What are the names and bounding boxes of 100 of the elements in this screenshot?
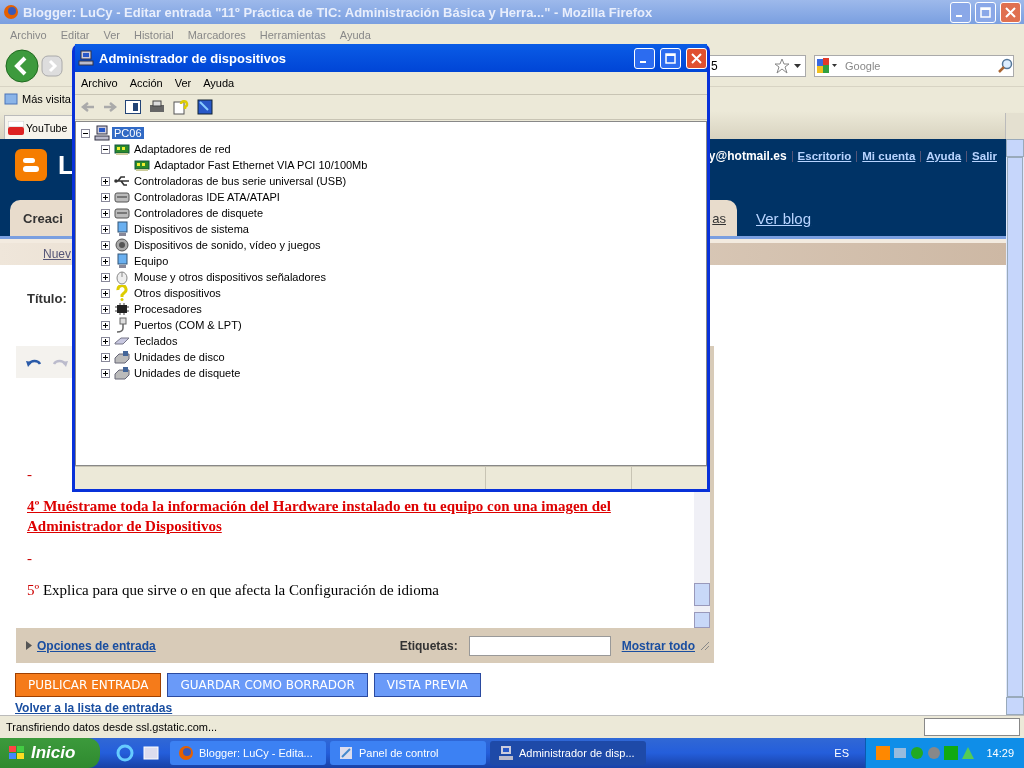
title-label: Título: <box>27 290 67 306</box>
close-button[interactable] <box>686 47 707 69</box>
expand-icon[interactable] <box>101 304 110 314</box>
taskbar-button[interactable]: Blogger: LuCy - Edita... <box>170 741 326 765</box>
maximize-icon <box>665 52 676 64</box>
question-heading: 4º Muéstrame toda la información del Hardware instalado en tu equipo con una imagen del Administrador de Dispositivos <box>27 497 612 536</box>
expand-icon[interactable] <box>101 224 110 234</box>
tags-label: Etiquetas: <box>399 638 458 653</box>
header-link[interactable]: Mi cuenta <box>862 150 916 162</box>
expand-icon[interactable] <box>101 192 110 202</box>
scan-hardware-icon[interactable] <box>197 99 213 115</box>
bookmark-item[interactable]: Más visita <box>22 93 71 105</box>
tree-item[interactable]: Controladoras de bus serie universal (USB) <box>132 175 349 187</box>
search-icon[interactable] <box>997 58 1013 74</box>
page-scrollbar[interactable] <box>1006 139 1024 715</box>
expand-icon[interactable] <box>101 288 110 298</box>
tree-item[interactable]: Dispositivos de sonido, vídeo y juegos <box>132 239 323 251</box>
browser-tab[interactable]: YouTube <box>4 115 72 139</box>
tree-item[interactable]: Teclados <box>132 335 180 347</box>
taskbar-button[interactable]: Panel de control <box>330 741 486 765</box>
tags-field[interactable] <box>468 635 611 656</box>
tree-item[interactable]: PC06 <box>112 127 144 139</box>
clock: 14:29 <box>986 747 1014 759</box>
dash-text: - <box>27 549 33 568</box>
network-card-icon <box>134 157 150 173</box>
expand-icon[interactable] <box>101 208 110 218</box>
question-text: 5º Explica para que sirve o en que afecta la Configuración de idioma <box>27 581 440 600</box>
firefox-icon <box>3 4 19 20</box>
tree-item[interactable]: Unidades de disquete <box>132 367 243 379</box>
taskbar-button[interactable]: Administrador de disp... <box>490 741 646 765</box>
usb-icon <box>114 173 130 189</box>
back-button[interactable] <box>5 49 39 83</box>
collapse-icon[interactable] <box>81 128 90 138</box>
monitor-icon <box>114 253 130 269</box>
window-title: Blogger: LuCy - Editar entrada "11º Práctica de TIC: Administración Básica y Herra..." - Mozilla Firefox <box>23 4 654 20</box>
search-field[interactable]: Google <box>814 55 1014 77</box>
options-link[interactable]: Opciones de entrada <box>37 638 156 653</box>
computer-icon <box>498 745 514 761</box>
back-link[interactable]: Volver a la lista de entradas <box>15 701 173 715</box>
minimize-button[interactable] <box>634 47 655 69</box>
star-icon[interactable] <box>774 58 790 74</box>
resize-grip-icon[interactable] <box>700 640 710 651</box>
header-link[interactable]: Salir <box>972 150 997 162</box>
menu-item[interactable]: Acción <box>123 77 169 89</box>
expand-icon[interactable] <box>101 336 110 346</box>
collapse-icon[interactable] <box>101 144 110 154</box>
print-icon[interactable] <box>149 100 165 114</box>
blog-tab[interactable]: Ver blog <box>756 200 812 236</box>
tree-item[interactable]: Mouse y otros dispositivos señaladores <box>132 271 328 283</box>
expand-icon[interactable] <box>101 368 110 378</box>
maximize-icon <box>980 6 991 18</box>
plug-icon <box>114 317 130 333</box>
blog-tab[interactable]: as <box>710 200 737 236</box>
speaker-icon <box>114 237 130 253</box>
tree-item[interactable]: Controladoras IDE ATA/ATAPI <box>132 191 282 203</box>
close-icon <box>691 52 702 64</box>
close-button[interactable] <box>1000 1 1021 23</box>
account-email: y@hotmail.es <box>708 149 787 163</box>
expand-icon[interactable] <box>101 320 110 330</box>
blog-tab[interactable]: Creaci <box>10 200 72 236</box>
tree-item[interactable]: Unidades de disco <box>132 351 227 363</box>
tree-item[interactable]: Procesadores <box>132 303 204 315</box>
menu-item[interactable]: Archivo <box>75 77 124 89</box>
start-button[interactable]: Inicio <box>0 738 100 768</box>
menu-item[interactable]: Ayuda <box>197 77 241 89</box>
expand-icon[interactable] <box>101 256 110 266</box>
panel-toggle-icon[interactable] <box>125 100 141 114</box>
header-link[interactable]: Ayuda <box>926 150 962 162</box>
drive-icon <box>114 205 130 221</box>
menu-item[interactable]: Ver <box>168 77 198 89</box>
tree-item[interactable]: Equipo <box>132 255 171 267</box>
tree-item[interactable]: Controladores de disquete <box>132 207 266 219</box>
browser-icon[interactable] <box>116 744 134 762</box>
caret-icon[interactable] <box>794 64 801 68</box>
expand-icon[interactable] <box>101 240 110 250</box>
tree-item[interactable]: Otros dispositivos <box>132 287 223 299</box>
help-icon[interactable] <box>173 99 189 115</box>
show-all-link[interactable]: Mostrar todo <box>621 638 695 653</box>
disk-icon <box>114 365 130 381</box>
disk-icon <box>114 349 130 365</box>
blogger-logo[interactable] <box>15 149 47 181</box>
expand-triangle-icon[interactable] <box>26 641 32 650</box>
tree-item[interactable]: Dispositivos de sistema <box>132 223 251 235</box>
maximize-button[interactable] <box>660 47 681 69</box>
tree-item[interactable]: Adaptador Fast Ethernet VIA PCI 10/100Mb <box>152 159 370 171</box>
subnav-link[interactable]: Nuev <box>43 246 71 261</box>
expand-icon[interactable] <box>101 352 110 362</box>
tree-item[interactable]: Adaptadores de red <box>132 143 233 155</box>
tree-item[interactable]: Puertos (COM & LPT) <box>132 319 244 331</box>
header-link[interactable]: Escritorio <box>797 150 852 162</box>
google-icon[interactable] <box>815 57 839 75</box>
minimize-icon <box>955 15 962 17</box>
drive-icon <box>114 189 130 205</box>
expand-icon[interactable] <box>101 272 110 282</box>
language-indicator[interactable]: ES <box>834 747 849 759</box>
computer-icon <box>78 50 94 66</box>
expand-icon[interactable] <box>101 176 110 186</box>
control-panel-icon <box>338 745 354 761</box>
desktop-icon[interactable] <box>142 744 160 762</box>
mouse-icon <box>114 269 130 285</box>
